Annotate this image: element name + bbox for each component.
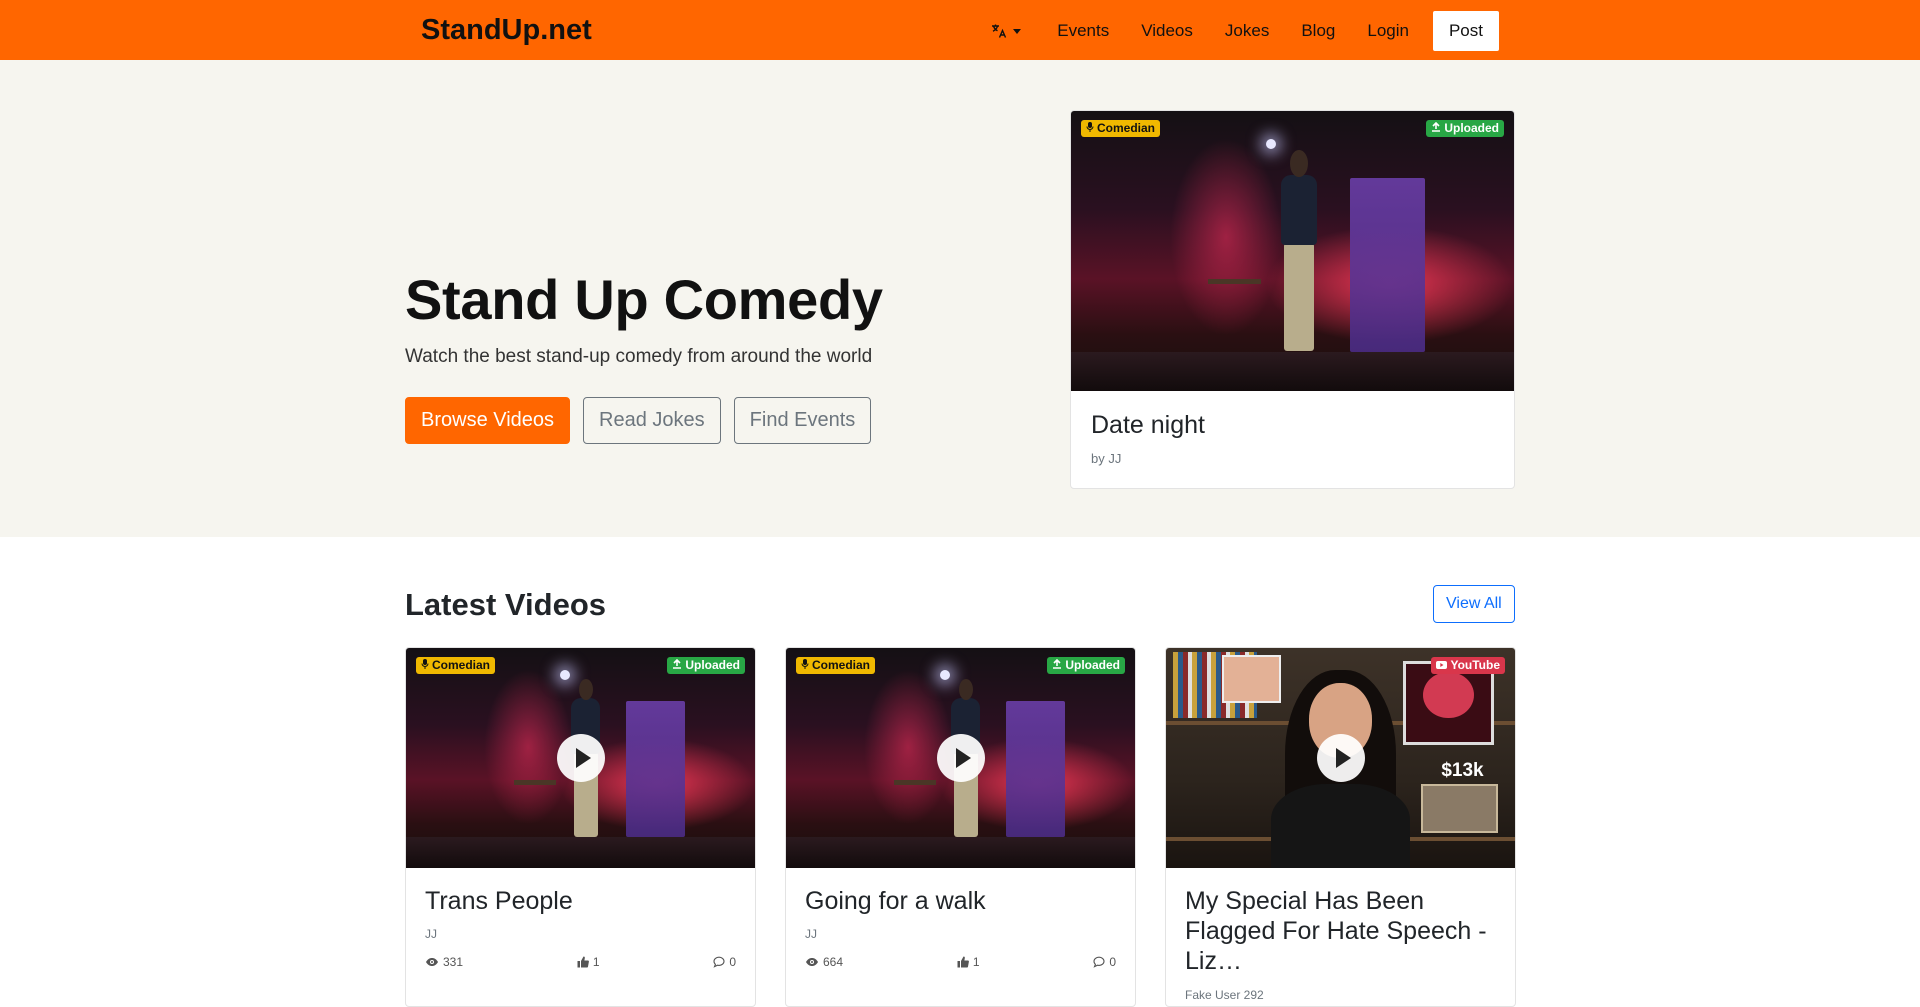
- likes-stat[interactable]: 1: [577, 955, 600, 969]
- browse-videos-button[interactable]: Browse Videos: [405, 397, 571, 444]
- brand-logo[interactable]: StandUp.net: [421, 14, 592, 47]
- nav-jokes[interactable]: Jokes: [1209, 11, 1285, 51]
- microphone-icon: [421, 659, 429, 672]
- chevron-down-icon: [1013, 28, 1022, 34]
- read-jokes-button[interactable]: Read Jokes: [583, 397, 721, 444]
- upload-icon: [672, 658, 682, 672]
- youtube-icon: [1436, 659, 1448, 672]
- eye-icon: [425, 957, 439, 967]
- video-thumbnail[interactable]: $13k YouTube: [1166, 648, 1515, 868]
- video-stats: 331 1 0: [425, 955, 736, 969]
- hero-title: Stand Up Comedy: [405, 268, 883, 331]
- play-icon[interactable]: [936, 734, 985, 782]
- thumbnail-price-text: $13k: [1441, 760, 1484, 782]
- nav-blog[interactable]: Blog: [1285, 11, 1351, 51]
- video-thumbnail[interactable]: Comedian Uploaded: [406, 648, 755, 868]
- play-icon[interactable]: [1316, 734, 1365, 782]
- comedian-badge: Comedian: [1081, 120, 1161, 137]
- video-title[interactable]: Going for a walk: [805, 886, 1117, 916]
- video-card[interactable]: Comedian Uploaded Trans People JJ 331 1 …: [405, 647, 756, 1007]
- comment-icon: [1093, 956, 1105, 968]
- featured-video-title[interactable]: Date night: [1091, 411, 1205, 440]
- video-title[interactable]: Trans People: [425, 886, 737, 916]
- language-dropdown[interactable]: [981, 23, 1041, 39]
- video-author[interactable]: JJ: [805, 927, 817, 941]
- video-card[interactable]: $13k YouTube My Special Has Been Flagged…: [1165, 647, 1516, 1007]
- nav-events[interactable]: Events: [1041, 11, 1125, 51]
- hero-subtitle: Watch the best stand-up comedy from arou…: [405, 346, 873, 367]
- latest-videos-heading: Latest Videos: [405, 587, 607, 622]
- video-author[interactable]: Fake User 292: [1185, 988, 1264, 1002]
- video-card[interactable]: Comedian Uploaded Going for a walk JJ 66…: [785, 647, 1136, 1007]
- uploaded-badge: Uploaded: [667, 657, 745, 674]
- featured-video-author: by JJ: [1091, 451, 1122, 466]
- microphone-icon: [801, 659, 809, 672]
- youtube-badge: YouTube: [1431, 657, 1505, 674]
- upload-icon: [1431, 121, 1441, 135]
- translate-icon: [991, 23, 1007, 39]
- nav-login[interactable]: Login: [1351, 11, 1425, 51]
- nav-menu: Events Videos Jokes Blog Login Post: [981, 11, 1499, 51]
- featured-video-card[interactable]: Comedian Uploaded Date night by JJ: [1070, 110, 1515, 489]
- featured-video-thumbnail[interactable]: Comedian Uploaded: [1071, 111, 1514, 391]
- find-events-button[interactable]: Find Events: [733, 397, 872, 444]
- comedian-badge: Comedian: [416, 657, 496, 674]
- microphone-icon: [1086, 122, 1094, 135]
- eye-icon: [805, 957, 819, 967]
- video-stats: 664 1 0: [805, 955, 1116, 969]
- hero-actions: Browse Videos Read Jokes Find Events: [405, 397, 872, 444]
- comments-stat[interactable]: 0: [1093, 955, 1116, 969]
- nav-videos[interactable]: Videos: [1125, 11, 1209, 51]
- upload-icon: [1052, 658, 1062, 672]
- video-title[interactable]: My Special Has Been Flagged For Hate Spe…: [1185, 886, 1497, 976]
- uploaded-badge: Uploaded: [1047, 657, 1125, 674]
- comments-stat[interactable]: 0: [713, 955, 736, 969]
- views-stat: 331: [425, 955, 463, 969]
- thumbs-up-icon: [957, 956, 969, 968]
- thumbs-up-icon: [577, 956, 589, 968]
- post-button[interactable]: Post: [1432, 11, 1499, 51]
- video-thumbnail[interactable]: Comedian Uploaded: [786, 648, 1135, 868]
- comedian-badge: Comedian: [796, 657, 876, 674]
- likes-stat[interactable]: 1: [957, 955, 980, 969]
- view-all-button[interactable]: View All: [1433, 585, 1515, 623]
- views-stat: 664: [805, 955, 843, 969]
- uploaded-badge: Uploaded: [1426, 120, 1504, 137]
- hero-section: Stand Up Comedy Watch the best stand-up …: [0, 60, 1920, 537]
- play-icon[interactable]: [556, 734, 605, 782]
- navbar: StandUp.net Events Videos Jokes Blog Log…: [0, 0, 1920, 60]
- video-author[interactable]: JJ: [425, 927, 437, 941]
- comment-icon: [713, 956, 725, 968]
